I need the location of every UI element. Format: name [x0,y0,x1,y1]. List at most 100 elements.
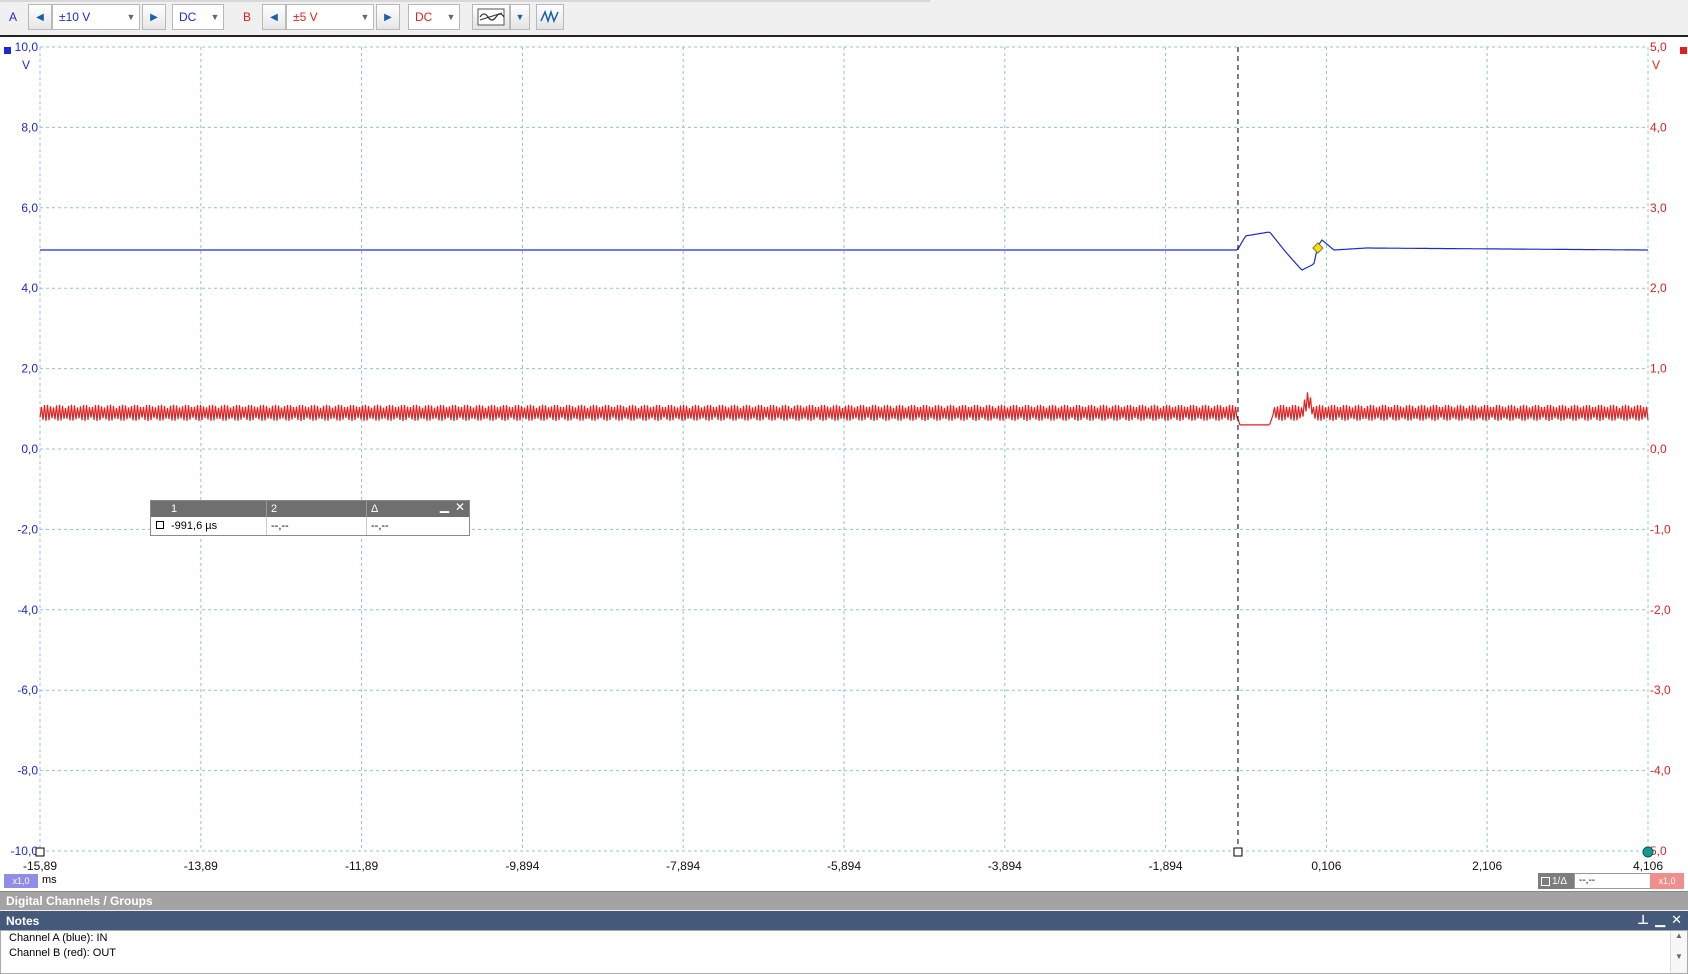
channel-a-range-value: ±10 V [59,10,91,24]
close-icon[interactable]: ✕ [455,500,465,514]
trigger-diamond-icon[interactable] [1312,242,1324,254]
y-right-unit-label: V [1652,58,1660,72]
chevron-down-icon: ▼ [126,12,136,22]
y-left-tick-label: -10,0 [11,844,39,858]
filter-icon [477,8,505,26]
channel-b-range-value: ±5 V [293,10,318,24]
x-tick-label: -13,89 [184,859,218,873]
delta-value: --,-- [371,520,389,532]
notes-line: Channel B (red): OUT [9,947,116,959]
ruler-1-value: -991,6 µs [171,520,218,532]
scope-view[interactable]: -15,89 -13,89 -11,89 -9,894 -7,894 -5,894 -3,8… [0,35,1688,898]
signal-generator-button[interactable] [536,4,564,30]
y-right-tick-label: -4,0 [1650,764,1671,778]
channel-b-zoom-badge[interactable]: x1,0 [1650,873,1684,889]
y-left-tick-label: 4,0 [21,281,38,295]
x-tick-label: -15,89 [23,859,57,873]
y-right-tick-label: 1,0 [1650,362,1667,376]
y-right-tick-label: 4,0 [1650,120,1667,134]
measurement-table[interactable]: 1 2 Δ ▁ ✕ -991,6 µs --,-- --,-- [150,499,470,536]
channel-b-range-select[interactable]: ±5 V ▼ [286,4,374,30]
channel-a-axis-marker [4,47,11,54]
delta-header-label: Δ [371,503,379,515]
y-left-tick-label: 10,0 [15,40,39,54]
minimize-icon[interactable]: ▁ [440,499,449,513]
y-left-tick-label: 2,0 [21,362,38,376]
notes-scrollbar[interactable]: ▲ ▼ [1670,931,1687,973]
channel-b-coupling-select[interactable]: DC ▼ [408,4,460,30]
waveform-icon [540,9,559,24]
notes-textarea[interactable]: Channel A (blue): IN Channel B (red): OU… [0,930,1688,974]
ruler-handle[interactable] [35,847,45,857]
y-right-tick-label: 0,0 [1650,442,1667,456]
arrow-left-icon: ◀ [36,11,44,23]
ruler-value: --,-- [1574,873,1654,889]
arrow-right-icon: ▶ [384,11,392,23]
toolbar-top-line [0,0,930,2]
scope-toolbar: A ◀ ±10 V ▼ ▶ DC ▼ B ◀ ±5 V ▼ ▶ DC ▼ ▼ [0,0,1688,36]
measurement-table-header: 1 2 Δ ▁ ✕ [151,499,469,517]
x-tick-label: 4,106 [1633,859,1663,873]
x-tick-label: -3,894 [988,859,1022,873]
ruler-1-value-cell: -991,6 µs [151,517,267,535]
delta-header: Δ ▁ ✕ [367,499,469,517]
x-tick-label: 0,106 [1311,859,1341,873]
minimize-icon[interactable]: ▁ [1655,912,1665,928]
channel-a-range-prev-button[interactable]: ◀ [28,4,52,30]
y-left-unit-label: V [22,58,30,72]
channel-b-letter[interactable]: B [236,4,258,30]
chevron-down-icon: ▼ [446,12,456,22]
y-right-tick-label: -3,0 [1650,683,1671,697]
channel-b-range-next-button[interactable]: ▶ [376,4,400,30]
trigger-time-handle[interactable] [1233,847,1243,857]
x-tick-label: -7,894 [666,859,700,873]
ruler-label: 1/Δ [1552,875,1568,887]
ruler-readout[interactable]: 1/Δ --,-- x1,0 [1538,873,1684,889]
digital-channels-panel-header[interactable]: Digital Channels / Groups [0,891,1688,910]
channel-a-range-next-button[interactable]: ▶ [142,4,166,30]
ruler-2-header: 2 [267,501,367,517]
time-units-label: ms [42,874,57,886]
scope-graph[interactable]: -15,89 -13,89 -11,89 -9,894 -7,894 -5,894 -3,8… [0,37,1688,898]
x-tick-label: -9,894 [505,859,539,873]
channel-a-zoom-badge[interactable]: x1,0 [4,874,38,888]
x-tick-label: -5,894 [827,859,861,873]
channel-b-range-prev-button[interactable]: ◀ [262,4,286,30]
y-left-tick-label: 6,0 [21,201,38,215]
channel-a-range-select[interactable]: ±10 V ▼ [52,4,140,30]
notes-line: Channel A (blue): IN [9,932,108,944]
ruler-handle-right[interactable] [1642,846,1654,858]
y-right-tick-label: -1,0 [1650,522,1671,536]
y-right-tick-label: 2,0 [1650,281,1667,295]
channel-b-coupling-value: DC [415,10,433,24]
channel-a-letter[interactable]: A [2,4,24,30]
chevron-down-icon: ▼ [515,12,525,22]
filter-dropdown-button[interactable]: ▼ [510,4,530,30]
y-left-tick-label: 8,0 [21,120,38,134]
chevron-down-icon: ▼ [210,12,220,22]
arrow-left-icon: ◀ [270,11,278,23]
chevron-down-icon: ▼ [360,12,370,22]
x-tick-label: -11,89 [345,859,378,873]
y-right-tick-label: -2,0 [1650,603,1671,617]
notes-panel-header[interactable]: Notes ⊥ ▁ ✕ [0,911,1688,930]
grid [39,46,1649,852]
scroll-down-icon[interactable]: ▼ [1671,952,1687,961]
notes-title: Notes [6,913,40,928]
pin-icon[interactable]: ⊥ [1637,912,1649,928]
filter-button[interactable] [472,4,510,30]
x-tick-label: -1,894 [1149,859,1183,873]
ruler-2-value: --,-- [267,517,367,535]
axis-labels: -15,89 -13,89 -11,89 -9,894 -7,894 -5,894 -3,8… [4,40,1687,873]
y-left-tick-label: -8,0 [17,764,38,778]
measurement-row: -991,6 µs --,-- --,-- [151,517,469,535]
close-icon[interactable]: ✕ [1671,912,1682,928]
arrow-right-icon: ▶ [150,11,158,23]
ruler-label-box: 1/Δ [1538,873,1574,889]
y-left-tick-label: -6,0 [17,683,38,697]
y-left-tick-label: -4,0 [17,603,38,617]
y-right-tick-label: 5,0 [1650,40,1667,54]
ruler-1-header: 1 [151,501,267,517]
scroll-up-icon[interactable]: ▲ [1671,931,1687,940]
channel-a-coupling-select[interactable]: DC ▼ [172,4,224,30]
